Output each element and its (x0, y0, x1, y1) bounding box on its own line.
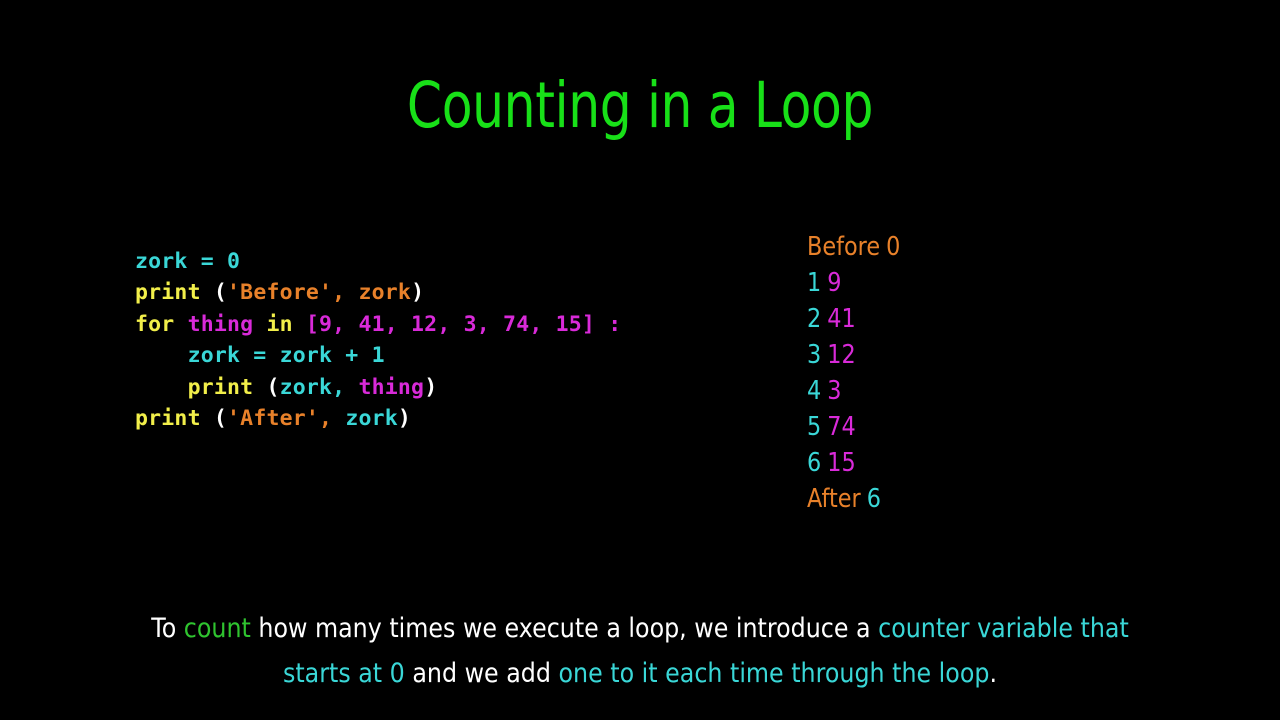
slide-root: { "slide": { "title": "Counting in a Loo… (0, 0, 1280, 720)
program-output: Before 0 1 9 2 41 3 12 4 3 5 74 6 15 After 6 (807, 229, 900, 517)
output-line: After 6 (807, 481, 900, 517)
code-token: thing (187, 311, 267, 337)
code-token: thing (358, 374, 425, 400)
output-value: 15 (827, 448, 856, 478)
code-token: print (135, 280, 214, 306)
output-line: 6 15 (807, 445, 900, 481)
code-token: in (266, 311, 306, 337)
caption-text: To count how many times we execute a loo… (133, 606, 1147, 696)
code-token: print (135, 374, 267, 400)
output-label: 1 (807, 268, 822, 298)
caption-segment: count (183, 613, 251, 644)
code-token: ) (411, 280, 425, 306)
caption-segment: To (151, 613, 184, 644)
caption-segment: how many times we execute a loop, we int… (250, 613, 879, 644)
code-line: zork = zork + 1 (135, 340, 621, 371)
code-token: ( (213, 280, 228, 306)
output-value: 0 (886, 232, 901, 262)
caption-segment: . (989, 658, 998, 689)
output-value: 74 (827, 412, 856, 442)
code-token: ) (424, 374, 438, 400)
code-line: print ('Before', zork) (135, 277, 621, 308)
code-token: [9, 41, 12, 3, 74, 15] : (305, 311, 622, 337)
caption-segment: and we add (404, 658, 559, 689)
code-token: ) (397, 405, 412, 431)
output-value: 3 (827, 376, 842, 406)
output-line: 5 74 (807, 409, 900, 445)
code-token: zork (345, 405, 398, 431)
output-label: 6 (807, 448, 822, 478)
output-value: 41 (827, 304, 856, 334)
output-value: 9 (827, 268, 842, 298)
code-token: ( (213, 405, 228, 431)
code-line: print ('After', zork) (135, 403, 621, 434)
code-line: for thing in [9, 41, 12, 3, 74, 15] : (135, 309, 621, 340)
page-title: Counting in a Loop (406, 69, 874, 142)
output-line: 19 (807, 265, 900, 301)
output-label: 4 (807, 376, 822, 406)
output-line: Before 0 (807, 229, 900, 265)
output-line: 3 12 (807, 337, 900, 373)
code-token: zork, (279, 374, 359, 400)
caption-segment: one to it each time through the loop (558, 658, 990, 689)
output-value: 12 (827, 340, 856, 370)
code-token: 'Before', zork (227, 280, 412, 306)
output-label: 3 (807, 340, 822, 370)
code-line: zork = 0 (135, 246, 621, 277)
code-block: zork = 0 print ('Before', zork) for thing … (135, 246, 621, 434)
output-label: 5 (807, 412, 822, 442)
code-line: print (zork, thing) (135, 372, 621, 403)
output-value: 6 (866, 484, 881, 514)
code-token: for (135, 311, 188, 337)
code-token: print (135, 405, 214, 431)
output-line: 43 (807, 373, 900, 409)
code-token: zork = 0 (135, 249, 241, 274)
output-line: 2 41 (807, 301, 900, 337)
output-label: Before (807, 232, 881, 262)
output-label: After (807, 484, 861, 514)
output-label: 2 (807, 304, 822, 334)
code-token: ( (266, 374, 280, 400)
code-token: 'After', (227, 405, 346, 431)
code-token: zork = zork + 1 (135, 343, 385, 369)
